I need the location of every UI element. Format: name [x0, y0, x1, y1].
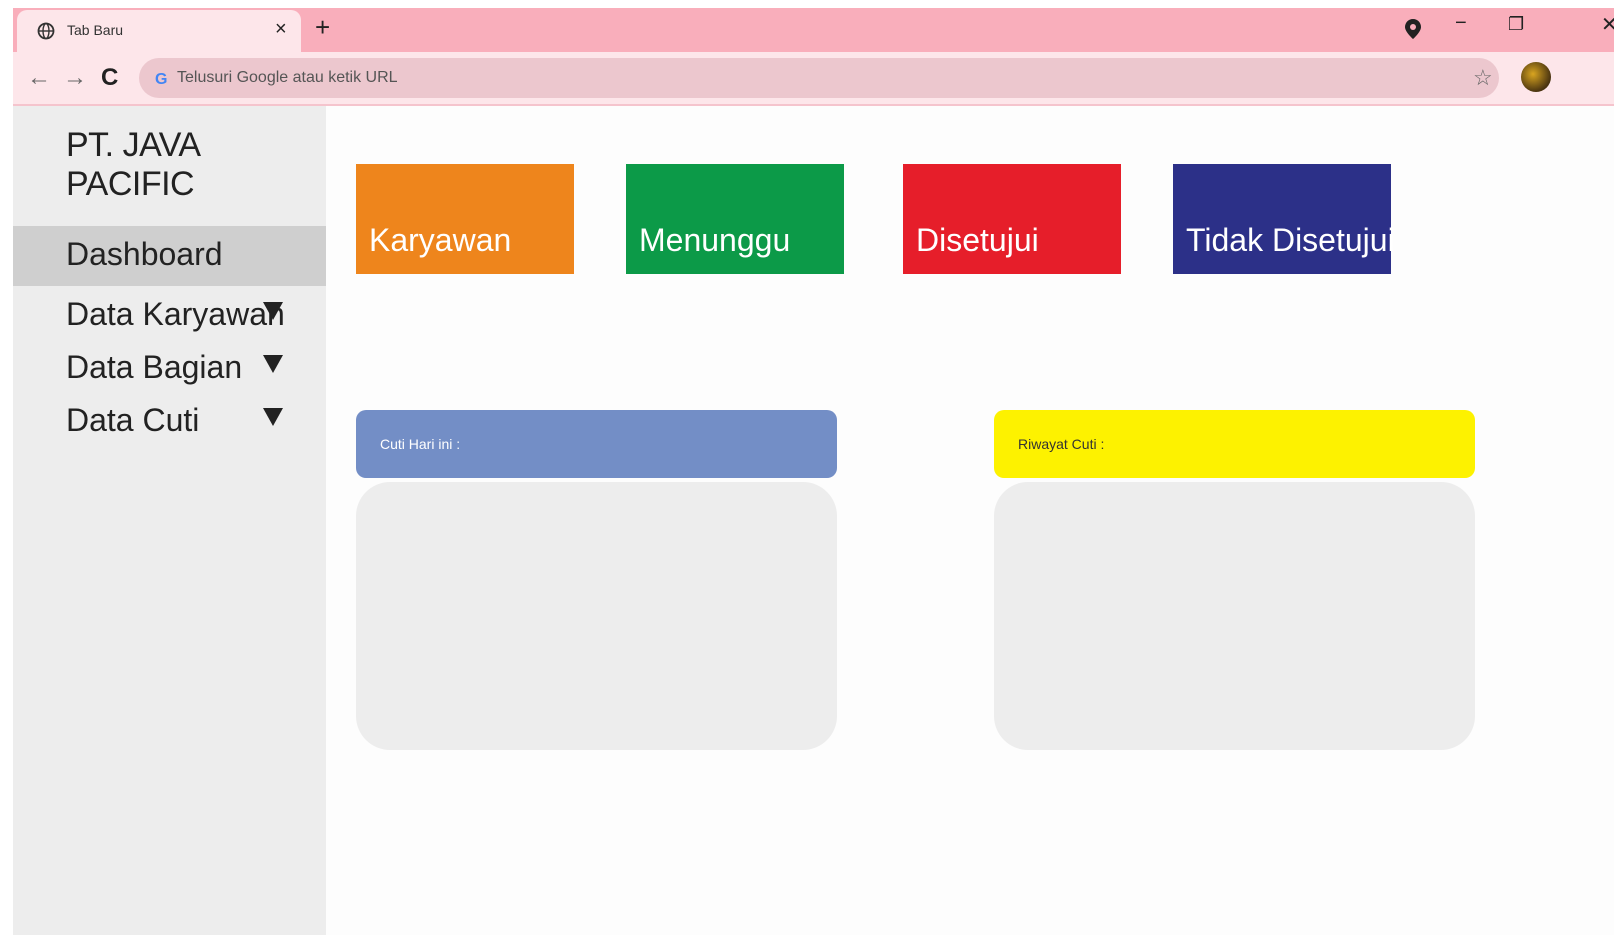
sidebar: PT. JAVA PACIFIC Dashboard Data Karyawan… [13, 106, 326, 935]
sidebar-item-label: Data Cuti [66, 402, 200, 438]
close-window-button[interactable]: ✕ [1601, 12, 1614, 37]
card-tidak-disetujui[interactable]: Tidak Disetujui [1173, 164, 1395, 274]
card-menunggu[interactable]: Menunggu [626, 164, 844, 274]
riwayat-cuti-body [994, 482, 1475, 750]
browser-window: Tab Baru × + − ❐ ✕ ← → C G ☆ PT. JAVA PA… [13, 8, 1614, 935]
profile-avatar[interactable] [1521, 62, 1551, 92]
new-tab-button[interactable]: + [315, 12, 330, 43]
sidebar-item-dashboard[interactable]: Dashboard [13, 226, 326, 286]
forward-button[interactable]: → [63, 64, 87, 92]
bookmark-star-icon[interactable]: ☆ [1473, 65, 1493, 91]
globe-icon [37, 22, 55, 40]
panel-title: Riwayat Cuti : [1018, 436, 1105, 452]
card-label: Disetujui [916, 222, 1039, 258]
card-karyawan[interactable]: Karyawan [356, 164, 574, 274]
address-bar[interactable]: G ☆ [139, 58, 1499, 98]
restore-button[interactable]: ❐ [1508, 14, 1524, 35]
brand-title: PT. JAVA PACIFIC [66, 126, 199, 203]
card-label: Menunggu [639, 222, 791, 258]
cuti-hari-ini-header: Cuti Hari ini : [356, 410, 837, 478]
sidebar-item-label: Data Bagian [66, 349, 243, 385]
svg-text:G: G [155, 71, 167, 88]
browser-tab[interactable]: Tab Baru × [17, 10, 301, 52]
tab-close-icon[interactable]: × [275, 18, 287, 41]
sidebar-item-label: Dashboard [66, 236, 223, 272]
sidebar-item-data-bagian[interactable]: Data Bagian [13, 339, 326, 399]
card-label: Karyawan [369, 222, 512, 258]
google-g-icon: G [155, 71, 167, 88]
sidebar-item-data-cuti[interactable]: Data Cuti [13, 392, 326, 452]
sidebar-item-data-karyawan[interactable]: Data Karyawan [13, 286, 326, 346]
caret-down-icon [263, 355, 283, 373]
caret-down-icon [263, 302, 283, 320]
panel-title: Cuti Hari ini : [380, 436, 461, 452]
card-disetujui[interactable]: Disetujui [903, 164, 1121, 274]
browser-toolbar: ← → C G ☆ [13, 52, 1614, 106]
sidebar-item-label: Data Karyawan [66, 296, 285, 332]
caret-down-icon [263, 408, 283, 426]
back-button[interactable]: ← [27, 64, 51, 92]
cuti-hari-ini-body [356, 482, 837, 750]
tab-title: Tab Baru [67, 22, 124, 38]
location-pin-icon[interactable] [1403, 18, 1423, 40]
dashboard-main: Karyawan Menunggu Disetujui Tidak Disetu… [326, 106, 1614, 935]
card-label: Tidak Disetujui [1186, 222, 1395, 258]
address-input[interactable] [177, 64, 1447, 92]
tab-strip: Tab Baru × + − ❐ ✕ [13, 8, 1614, 52]
reload-button[interactable]: C [101, 64, 118, 92]
riwayat-cuti-header: Riwayat Cuti : [994, 410, 1475, 478]
minimize-button[interactable]: − [1455, 12, 1467, 35]
